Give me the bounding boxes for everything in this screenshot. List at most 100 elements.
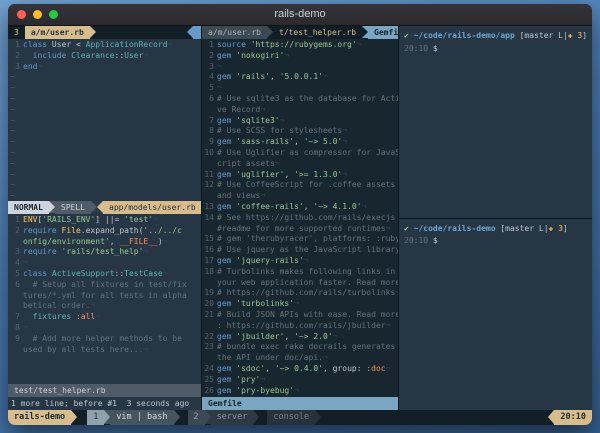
code-token: ¬ xyxy=(260,104,266,114)
code-token: ¬ xyxy=(260,374,266,384)
vim-mode-indicator: NORMAL xyxy=(8,201,49,214)
code-token: ¬ xyxy=(274,158,280,168)
code-token: 'https://rubygems.org' xyxy=(250,40,357,49)
buffer-tab-gemfile[interactable]: Gemfile xyxy=(368,26,398,39)
tmux-window-3-name[interactable]: console xyxy=(267,410,316,425)
tmux-window-1-index[interactable]: 1 xyxy=(87,410,105,425)
tmux-window-1-name[interactable]: vim | bash xyxy=(110,410,174,425)
code-token: # bundle exec rake docrails generates xyxy=(217,342,398,352)
code-token: :doc xyxy=(366,363,386,373)
code-row: 26 gem 'pry-byebug'¬ xyxy=(202,386,398,397)
code-row: 19 # https://github.com/rails/turbolinks¬ xyxy=(202,288,398,299)
vim-tabline-mid: a/m/user.rb t/test_helper.rb Gemfile xyxy=(202,26,398,39)
code-token: ¬ xyxy=(332,331,338,341)
code-token: source xyxy=(217,40,251,49)
tilde-marker: ~ xyxy=(10,115,15,125)
tilde-row: ~ xyxy=(8,180,201,191)
code-token: require xyxy=(23,247,62,257)
vim-spell-indicator: SPELL xyxy=(54,201,91,214)
code-token: :: xyxy=(114,50,125,60)
code-token: onfig/environment' xyxy=(23,236,110,246)
line-number xyxy=(202,105,217,116)
traffic-lights xyxy=(8,10,65,19)
code-token: '~> 5.0' xyxy=(303,137,343,147)
code-row: 22 gem 'jbuilder', '~> 2.0'¬ xyxy=(202,332,398,343)
tilde-marker: ~ xyxy=(10,169,15,179)
tmux-pane-shell-app[interactable]: ✔ ~/code/rails-demo/app [master L|✚ 3] 20… xyxy=(399,26,592,218)
line-number: 1 xyxy=(15,40,20,49)
code-token: tures/*.yml for all tests in alpha xyxy=(23,290,187,300)
tilde-marker: ~ xyxy=(10,93,15,103)
code-row: 23 # bundle exec rake docrails generates xyxy=(202,342,398,353)
line-number: 4 xyxy=(209,72,214,82)
code-token: gem xyxy=(217,72,237,82)
code-token: , group: xyxy=(322,363,367,373)
code-token: Clearance xyxy=(71,50,115,60)
code-token: ¬ xyxy=(260,191,266,201)
code-row: the API under doc/api.¬ xyxy=(202,353,398,364)
tab-count: 3 xyxy=(14,28,19,37)
tilde-row: ~ xyxy=(8,170,201,181)
tmux-session-name[interactable]: rails-demo xyxy=(8,410,72,425)
buffer-tab-test-helper[interactable]: t/test_helper.rb xyxy=(272,26,363,39)
code-row: 20:10 $ xyxy=(404,235,587,248)
tmux-pane-shell-root[interactable]: ✔ ~/code/rails-demo [master L|✚ 3] 20:10 … xyxy=(399,219,592,411)
tilde-row: ~ xyxy=(8,126,201,137)
code-token: # Use CoffeeScript for .coffee assets xyxy=(217,180,398,190)
segment-gap xyxy=(77,410,87,425)
code-row: 11 gem 'uglifier', '>= 1.3.0'¬ xyxy=(202,170,398,181)
tmux-pane-vim-left[interactable]: 3 a/m/user.rb 1 class User < ApplicationRe… xyxy=(8,26,201,410)
tilde-marker: ~ xyxy=(10,158,15,168)
code-row: 9 # Add more helper methods to be xyxy=(8,334,201,345)
tmux-window-2-index[interactable]: 2 xyxy=(187,410,205,425)
buffer-tab-user-rb[interactable]: a/m/user.rb xyxy=(202,26,267,39)
zoom-button[interactable] xyxy=(49,10,58,19)
line-number xyxy=(8,291,23,302)
code-token: include xyxy=(32,50,72,60)
code-token: ENV xyxy=(23,215,38,224)
window-titlebar[interactable]: rails-demo xyxy=(8,4,592,26)
code-token: # Use Uglifier as compressor for JavaS xyxy=(217,147,398,157)
line-number: 18 xyxy=(204,266,214,276)
code-token: # Turbolinks makes following links in xyxy=(217,266,398,276)
vim-window-gemfile[interactable]: 1 source 'https://rubygems.org'¬ 2 gem 'nok… xyxy=(202,39,398,397)
vim-window-test-helper[interactable]: 1 ENV['RAILS_ENV'] ||= 'test'¬ 2 require Fi… xyxy=(8,214,201,384)
line-number: 21 xyxy=(204,309,214,319)
tabline-right-cap xyxy=(193,26,201,39)
line-number: 14 xyxy=(204,212,214,222)
tmux-window-2-name[interactable]: server xyxy=(210,410,254,425)
line-number: 3 xyxy=(15,247,20,257)
code-token: ¬ xyxy=(294,385,299,395)
vim-window-user-rb[interactable]: 1 class User < ApplicationRecord¬ 2 includ… xyxy=(8,39,201,201)
tilde-marker: ~ xyxy=(10,191,15,201)
code-token: require xyxy=(23,225,62,235)
line-number: 9 xyxy=(209,137,214,147)
code-token: '5.0.0.1' xyxy=(279,72,323,82)
code-row: ✔ ~/code/rails-demo [master L|✚ 3] xyxy=(404,223,587,236)
code-token: # Use SCSS for stylesheets xyxy=(217,126,343,136)
tilde-marker: ~ xyxy=(10,126,15,136)
code-token: ] xyxy=(582,31,587,40)
line-number xyxy=(202,321,217,332)
tmux-pane-vim-gemfile[interactable]: a/m/user.rb t/test_helper.rb Gemfile 1sour… xyxy=(202,26,398,410)
minimize-button[interactable] xyxy=(33,10,42,19)
line-number xyxy=(8,345,23,356)
vim-tabline-left: 3 a/m/user.rb xyxy=(8,26,201,39)
tab-user-rb[interactable]: a/m/user.rb xyxy=(24,26,90,39)
code-token: ¬ xyxy=(143,50,149,60)
code-token: [master L| xyxy=(514,31,568,40)
code-token: # Setup all fixtures in test/fix xyxy=(23,279,187,289)
code-row: 20:10 $ xyxy=(404,43,587,56)
tilde-row: ~ xyxy=(8,72,201,83)
code-row: your web application faster. Read more¬ xyxy=(202,278,398,289)
vim-statusline-gemfile: Gemfile xyxy=(202,397,398,410)
tilde-marker: ~ xyxy=(10,180,15,190)
code-row: 12 # Use CoffeeScript for .coffee assets xyxy=(202,180,398,191)
code-token: ApplicationRecord xyxy=(85,40,168,49)
code-token: ¬ xyxy=(90,301,96,311)
code-row: 5 class ActiveSupport::TestCase¬ xyxy=(8,269,201,280)
close-button[interactable] xyxy=(17,10,26,19)
code-token: 'jquery-rails' xyxy=(236,255,304,265)
line-number: 8 xyxy=(209,126,214,136)
